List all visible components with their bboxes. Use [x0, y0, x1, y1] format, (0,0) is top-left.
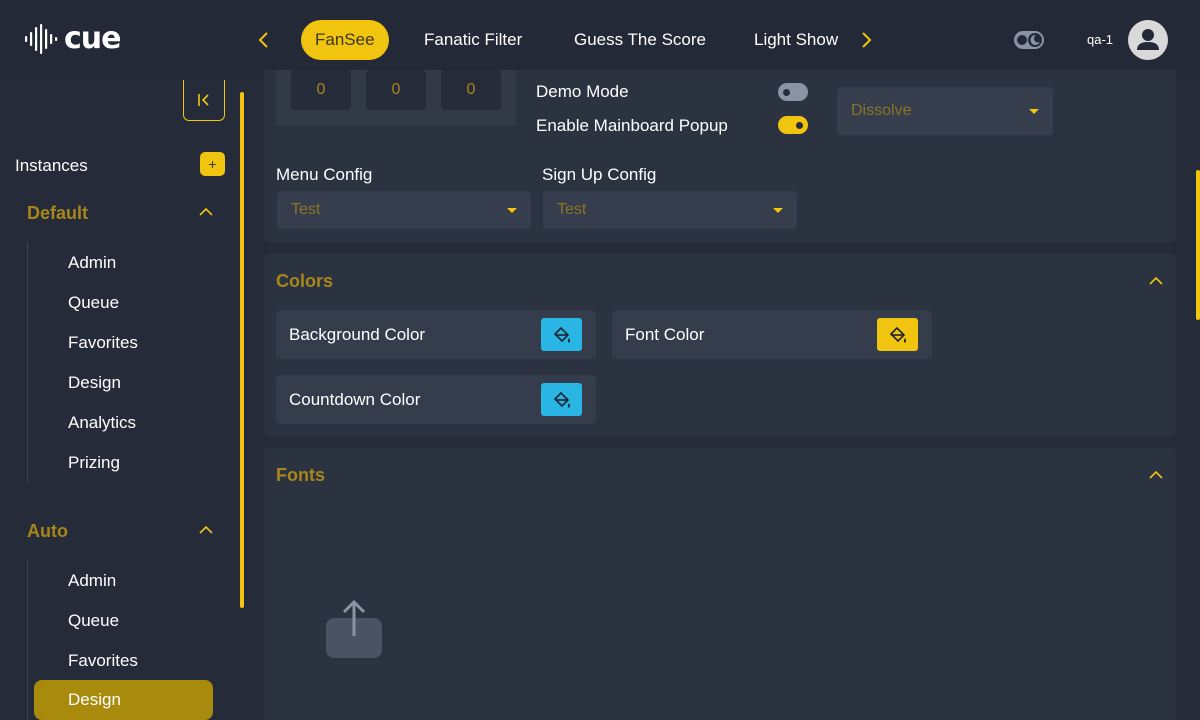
number-input-1[interactable]: 0 — [291, 70, 351, 110]
font-color-swatch[interactable] — [877, 318, 918, 351]
tab-guess-the-score[interactable]: Guess The Score — [574, 20, 706, 60]
mainboard-popup-label: Enable Mainboard Popup — [536, 116, 728, 135]
nav-prev-chevron-icon[interactable] — [252, 28, 276, 52]
number-inputs-group: 0 0 0 — [276, 70, 516, 126]
chevron-up-icon[interactable] — [198, 522, 214, 538]
sidebar-item-default-design[interactable]: Design — [68, 373, 121, 393]
group-title-default[interactable]: Default — [27, 203, 88, 224]
paint-bucket-icon — [889, 326, 906, 343]
logo-waveform-icon — [25, 24, 58, 54]
demo-mode-label: Demo Mode — [536, 82, 629, 101]
moon-icon — [1028, 33, 1042, 47]
number-input-2[interactable]: 0 — [366, 70, 426, 110]
instances-label: Instances — [15, 156, 88, 175]
countdown-color-card: Countdown Color — [276, 375, 596, 424]
logo-text: cue — [64, 21, 121, 56]
menu-config-select[interactable]: Test — [277, 191, 531, 229]
signup-config-value: Test — [557, 201, 587, 218]
number-input-3[interactable]: 0 — [441, 70, 501, 110]
logo[interactable]: cue — [24, 24, 121, 54]
group-divider-default — [27, 242, 28, 482]
main-scrollbar[interactable] — [1196, 170, 1200, 320]
top-bar: cue FanSee Fanatic Filter Guess The Scor… — [0, 0, 1200, 80]
colors-section-title[interactable]: Colors — [276, 271, 333, 292]
collapse-left-icon — [198, 94, 209, 106]
transition-select-value: Dissolve — [851, 102, 912, 119]
collapse-sidebar-button[interactable] — [183, 80, 225, 121]
fonts-section-title[interactable]: Fonts — [276, 465, 325, 486]
user-name: qa-1 — [1087, 32, 1114, 47]
menu-config-value: Test — [291, 201, 321, 218]
theme-toggle[interactable] — [1014, 31, 1044, 49]
demo-mode-toggle[interactable] — [778, 83, 808, 101]
tab-fansee[interactable]: FanSee — [301, 20, 389, 60]
colors-panel: Colors Background Color Font Color Count… — [264, 254, 1176, 436]
sidebar-item-auto-design[interactable]: Design — [34, 680, 213, 720]
main-content: 0 0 0 Demo Mode Enable Mainboard Popup D… — [244, 70, 1200, 720]
sidebar-item-default-prizing[interactable]: Prizing — [68, 453, 120, 473]
background-color-card: Background Color — [276, 310, 596, 359]
signup-config-label: Sign Up Config — [542, 165, 657, 184]
settings-panel: 0 0 0 Demo Mode Enable Mainboard Popup D… — [264, 70, 1176, 242]
sidebar-item-default-admin[interactable]: Admin — [68, 253, 116, 273]
chevron-up-icon[interactable] — [1148, 273, 1164, 289]
toggle-knob — [796, 122, 803, 129]
toggle-knob — [783, 89, 790, 96]
sidebar-item-auto-admin[interactable]: Admin — [68, 571, 116, 591]
paint-bucket-icon — [553, 391, 570, 408]
group-divider-auto — [27, 560, 28, 720]
avatar[interactable] — [1128, 20, 1168, 60]
transition-select[interactable]: Dissolve — [837, 87, 1053, 135]
sidebar-item-auto-queue[interactable]: Queue — [68, 611, 119, 631]
countdown-color-label: Countdown Color — [289, 390, 421, 409]
background-color-label: Background Color — [289, 325, 426, 344]
chevron-up-icon[interactable] — [198, 204, 214, 220]
fonts-panel: Fonts — [264, 448, 1176, 720]
group-title-auto[interactable]: Auto — [27, 521, 68, 542]
add-instance-button[interactable]: + — [200, 152, 225, 176]
mainboard-popup-toggle[interactable] — [778, 116, 808, 134]
caret-down-icon — [773, 208, 783, 213]
tab-fanatic-filter[interactable]: Fanatic Filter — [424, 20, 522, 60]
upload-icon[interactable] — [326, 600, 382, 658]
sidebar-item-default-analytics[interactable]: Analytics — [68, 413, 136, 433]
user-avatar-icon — [1137, 29, 1159, 50]
font-color-card: Font Color — [612, 310, 932, 359]
sidebar-item-default-queue[interactable]: Queue — [68, 293, 119, 313]
sidebar-item-default-favorites[interactable]: Favorites — [68, 333, 138, 353]
caret-down-icon — [1029, 109, 1039, 114]
chevron-up-icon[interactable] — [1148, 467, 1164, 483]
font-color-label: Font Color — [625, 325, 705, 344]
paint-bucket-icon — [553, 326, 570, 343]
sidebar — [0, 80, 240, 720]
signup-config-select[interactable]: Test — [543, 191, 797, 229]
background-color-swatch[interactable] — [541, 318, 582, 351]
tab-light-show[interactable]: Light Show — [754, 20, 838, 60]
sidebar-item-auto-favorites[interactable]: Favorites — [68, 651, 138, 671]
caret-down-icon — [507, 208, 517, 213]
nav-next-chevron-icon[interactable] — [854, 28, 878, 52]
countdown-color-swatch[interactable] — [541, 383, 582, 416]
menu-config-label: Menu Config — [276, 165, 373, 184]
theme-toggle-knob — [1017, 35, 1027, 45]
